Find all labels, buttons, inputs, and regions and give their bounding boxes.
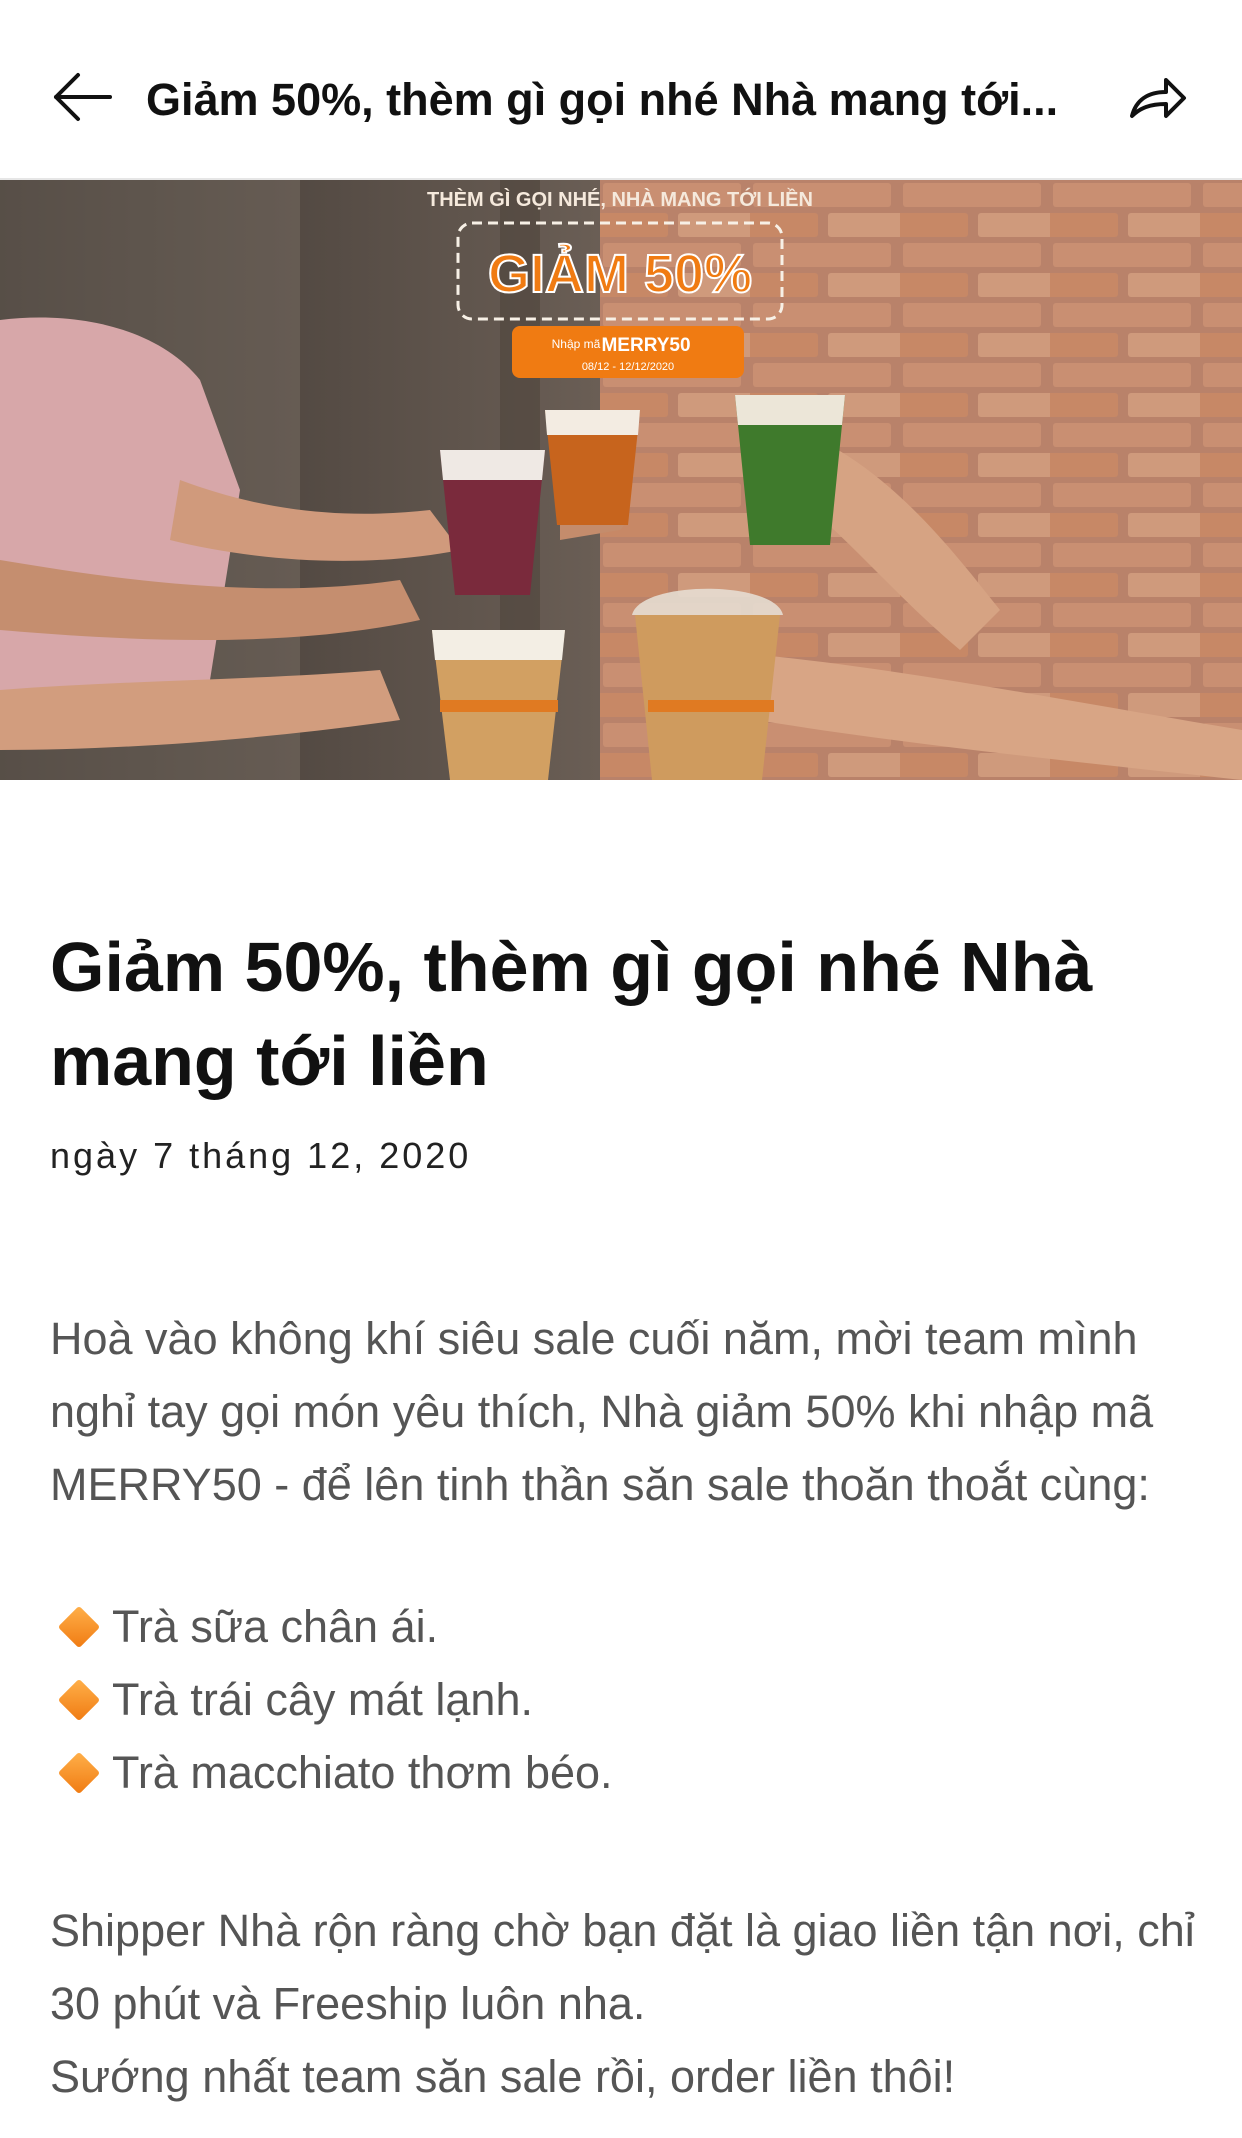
banner-discount: GIẢM 50% (488, 244, 752, 304)
article-closing-2: Sướng nhất team săn sale rồi, order liền… (50, 2051, 956, 2102)
orange-diamond-icon (57, 1678, 101, 1721)
orange-diamond-icon (57, 1605, 101, 1648)
article-closing-1: Shipper Nhà rộn ràng chờ bạn đặt là giao… (50, 1905, 1195, 2029)
share-button[interactable] (1126, 70, 1190, 126)
orange-diamond-icon (57, 1751, 101, 1794)
list-item-text: Trà trái cây mát lạnh. (112, 1674, 533, 1725)
article-title: Giảm 50%, thèm gì gọi nhé Nhà mang tới l… (50, 928, 1093, 1100)
banner-headline: THÈM GÌ GỌI NHÉ, NHÀ MANG TỚI LIỀN (427, 187, 813, 211)
bullet-list: Trà sữa chân ái. Trà trái cây mát lạnh. … (50, 1590, 1210, 1809)
banner-code-prefix: Nhập mã (552, 337, 601, 351)
list-item: Trà sữa chân ái. (50, 1590, 1210, 1663)
arrow-left-icon (54, 73, 112, 121)
article-intro: Hoà vào không khí siêu sale cuối năm, mờ… (50, 1313, 1154, 1510)
list-item-text: Trà macchiato thơm béo. (112, 1747, 613, 1798)
banner-dates: 08/12 - 12/12/2020 (582, 361, 674, 373)
list-item-text: Trà sữa chân ái. (112, 1601, 439, 1652)
page-title: Giảm 50%, thèm gì gọi nhé Nhà mang tới..… (146, 74, 1059, 125)
article-date: ngày 7 tháng 12, 2020 (50, 1135, 472, 1176)
list-item: Trà macchiato thơm béo. (50, 1736, 1210, 1809)
share-icon (1130, 78, 1186, 118)
back-button[interactable] (52, 66, 114, 128)
top-bar: Giảm 50%, thèm gì gọi nhé Nhà mang tới..… (0, 0, 1242, 180)
hero-banner-image: THÈM GÌ GỌI NHÉ, NHÀ MANG TỚI LIỀN GIẢM … (0, 180, 1242, 780)
list-item: Trà trái cây mát lạnh. (50, 1663, 1210, 1736)
banner-code: MERRY50 (601, 335, 690, 356)
